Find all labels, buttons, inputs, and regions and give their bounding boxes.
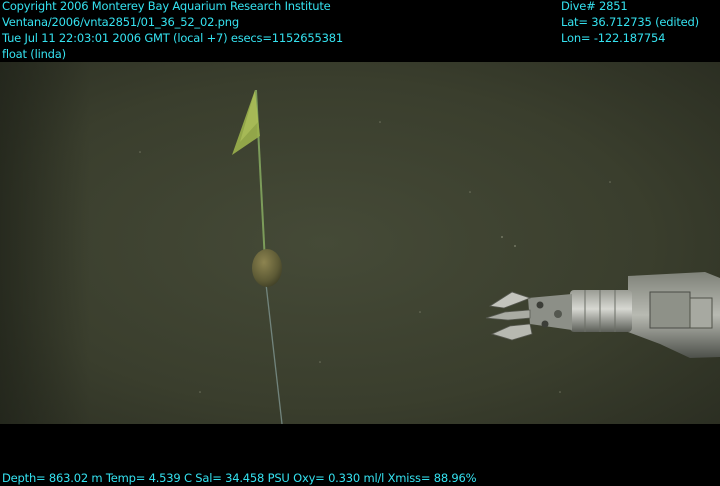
longitude-label: Lon= -122.187754 <box>561 31 666 45</box>
float-ball <box>252 249 282 287</box>
latitude-label: Lat= 36.712735 (edited) <box>561 15 699 29</box>
left-shadow <box>0 62 90 424</box>
underwater-scene <box>0 62 720 424</box>
video-frame: Copyright 2006 Monterey Bay Aquarium Res… <box>0 0 720 486</box>
claw-body <box>528 294 572 330</box>
dive-number-label: Dive# 2851 <box>561 0 628 13</box>
arm-bolt-panel <box>689 297 713 329</box>
timestamp-label: Tue Jul 11 22:03:01 2006 GMT (local +7) … <box>2 31 343 45</box>
annotation-label: float (linda) <box>2 47 66 61</box>
sensor-readout: Depth= 863.02 m Temp= 4.539 C Sal= 34.45… <box>2 471 477 485</box>
arm-plate <box>649 291 691 329</box>
water-background <box>0 62 720 424</box>
arm-wrist <box>570 290 632 332</box>
copyright-label: Copyright 2006 Monterey Bay Aquarium Res… <box>2 0 331 13</box>
image-path-label: Ventana/2006/vnta2851/01_36_52_02.png <box>2 15 239 29</box>
